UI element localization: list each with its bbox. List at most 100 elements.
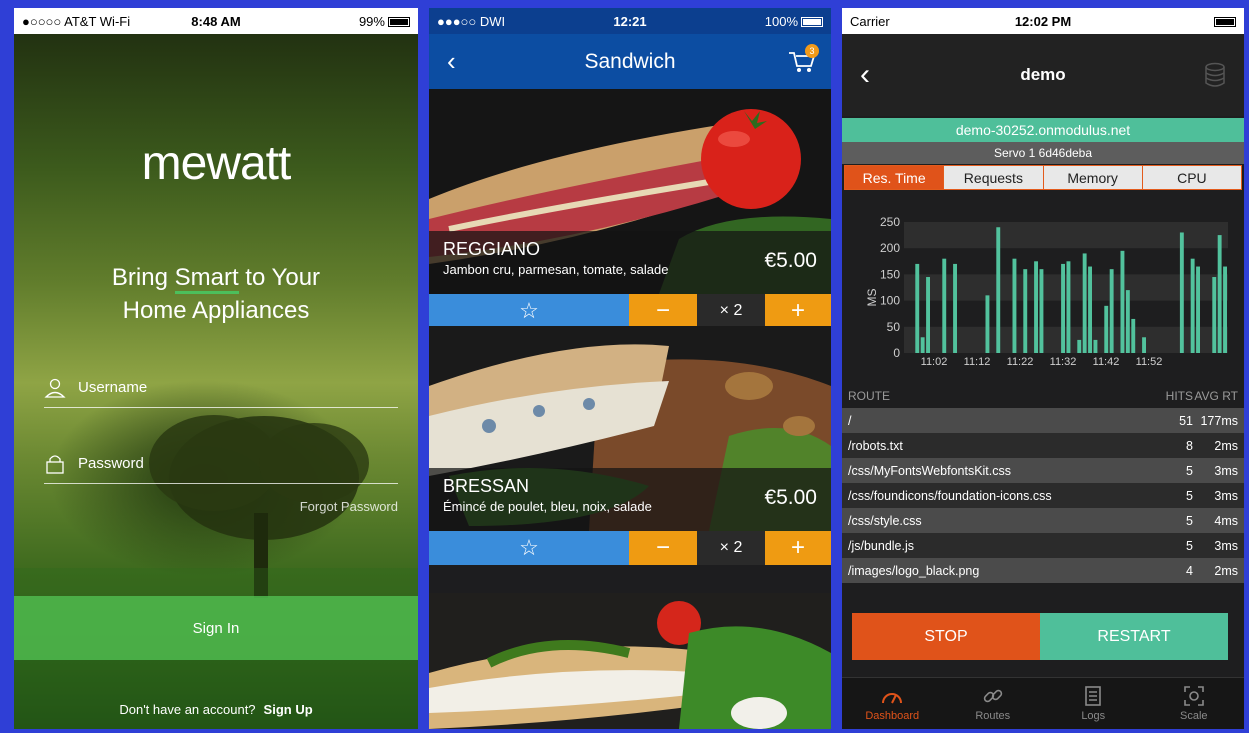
password-field[interactable]: Password [44,444,398,484]
status-carrier: ●○○○○ AT&T Wi-Fi [22,13,131,29]
product-name: REGGIANO [443,239,541,259]
grid-band [904,274,1228,301]
stop-button[interactable]: STOP [852,613,1040,660]
product-description: Jambon cru, parmesan, tomate, salade [443,262,669,277]
decrease-quantity-button[interactable]: − [629,531,697,565]
status-time: 12:21 [613,13,647,29]
battery-icon [1214,17,1237,28]
tab-memory[interactable]: Memory [1042,166,1142,189]
lock-icon [46,454,64,474]
chart-bar [1223,266,1227,353]
chart-bar [1190,258,1195,353]
app-logo: mewatt [141,137,292,190]
user-icon [44,378,66,398]
chart-bar [1039,269,1044,353]
grid-band [904,326,1228,353]
sign-up-link[interactable]: Sign Up [264,702,313,717]
page-title: Sandwich [584,49,676,73]
table-row[interactable]: /css/MyFontsWebfontsKit.css 5 3ms [842,458,1244,483]
chart-bar [1082,253,1087,353]
forgot-password-link[interactable]: Forgot Password [300,499,398,514]
chart-bar [985,295,990,353]
table-row[interactable]: /51 177ms [842,408,1244,433]
routes-table-header: ROUTE HITS AVG RT [842,385,1244,407]
status-time: 12:02 PM [1014,13,1072,29]
chart-bar [953,263,957,353]
scale-icon [1183,686,1204,706]
mewatt-login-screen: ●○○○○ AT&T Wi-Fi 8:48 AM 99% mewatt Brin… [14,8,418,729]
chart-bar [1023,269,1028,353]
back-chevron-icon[interactable]: ‹ [860,58,870,92]
y-tick-label: 200 [880,241,900,255]
product-card-partial[interactable] [429,593,831,729]
chart-bar [1061,263,1065,353]
decrease-quantity-button[interactable]: − [629,294,697,328]
chart-bar [926,277,930,353]
chart-bar [942,258,947,353]
table-row[interactable]: /js/bundle.js 5 3ms [842,533,1244,558]
chart-bar [1066,261,1071,353]
y-tick-label: 50 [887,320,901,334]
tabbar-scale[interactable]: Scale [1144,678,1245,729]
product-price: €5.00 [764,486,817,509]
chart-bar [1217,235,1222,353]
cart-icon[interactable]: 3 [787,44,819,74]
favorite-star-button[interactable]: ☆ [429,531,629,565]
chart-bar [920,337,925,353]
tagline-highlight: Smart [174,264,239,294]
y-tick-label: 0 [893,346,900,360]
metric-tabs: Res. Time Requests Memory CPU [844,165,1242,190]
product-info: REGGIANO Jambon cru, parmesan, tomate, s… [429,231,831,294]
sign-in-button[interactable]: Sign In [14,596,418,660]
table-row[interactable]: /robots.txt 8 2ms [842,433,1244,458]
y-axis-label: MS [865,289,879,307]
document-icon [1085,686,1102,706]
y-tick-label: 150 [880,267,900,281]
tab-requests[interactable]: Requests [943,166,1043,189]
quantity-value: × 2 [697,294,765,328]
host-url: demo-30252.onmodulus.net [842,118,1244,142]
table-row[interactable]: /images/logo_black.png 4 2ms [842,558,1244,583]
header-hits: HITS [1165,389,1193,403]
product-price: €5.00 [764,249,817,272]
header-route: ROUTE [848,389,890,403]
chart-bar [1088,266,1092,353]
battery-icon [801,17,824,28]
back-chevron-icon[interactable]: ‹ [447,46,456,77]
tab-cpu[interactable]: CPU [1141,166,1241,189]
page-title: demo [1020,65,1066,84]
status-bar: Carrier 12:02 PM [842,8,1244,34]
chart-bar [1093,339,1098,353]
tab-res-time[interactable]: Res. Time [845,166,944,189]
servo-label: Servo 1 6d46deba [842,142,1244,164]
nav-bar: ‹ Sandwich 3 [429,34,831,89]
product-card-reggiano[interactable]: REGGIANO Jambon cru, parmesan, tomate, s… [429,89,831,328]
product-photo [429,593,831,729]
increase-quantity-button[interactable]: + [765,531,831,565]
tagline: Bring Smart to Your Home Appliances [111,264,321,324]
product-card-bressan[interactable]: BRESSAN Émincé de poulet, bleu, noix, sa… [429,326,831,565]
tabbar-logs[interactable]: Logs [1043,678,1144,729]
header-avg-rt: AVG RT [1194,389,1238,403]
favorite-star-button[interactable]: ☆ [429,294,629,328]
increase-quantity-button[interactable]: + [765,294,831,328]
username-field[interactable]: Username [44,368,398,408]
restart-button[interactable]: RESTART [1040,613,1228,660]
quantity-value: × 2 [697,531,765,565]
modulus-dashboard-screen: Carrier 12:02 PM ‹ demo demo-30252.onmod… [842,8,1244,729]
chart-bar [1142,337,1146,353]
status-bar: ●○○○○ AT&T Wi-Fi 8:48 AM 99% [14,8,418,34]
tabbar-routes[interactable]: Routes [943,678,1044,729]
status-bar: ●●●○○ DWI 12:21 100% [429,8,831,34]
table-row[interactable]: /css/style.css 5 4ms [842,508,1244,533]
x-tick-label: 11:42 [1093,356,1120,368]
status-battery: 100% [694,14,824,29]
database-icon[interactable] [1204,62,1226,88]
chart-bar [1179,232,1184,353]
chart-bar [1196,266,1200,353]
y-tick-label: 100 [880,294,900,308]
table-row[interactable]: /css/foundicons/foundation-icons.css 5 3ms [842,483,1244,508]
chart-bar [1109,269,1114,353]
tabbar-dashboard[interactable]: Dashboard [842,678,943,729]
response-time-chart: 0 50 100 150 200 250 MS 11:02 11:12 11:22 11:32 11:… [865,215,1228,368]
